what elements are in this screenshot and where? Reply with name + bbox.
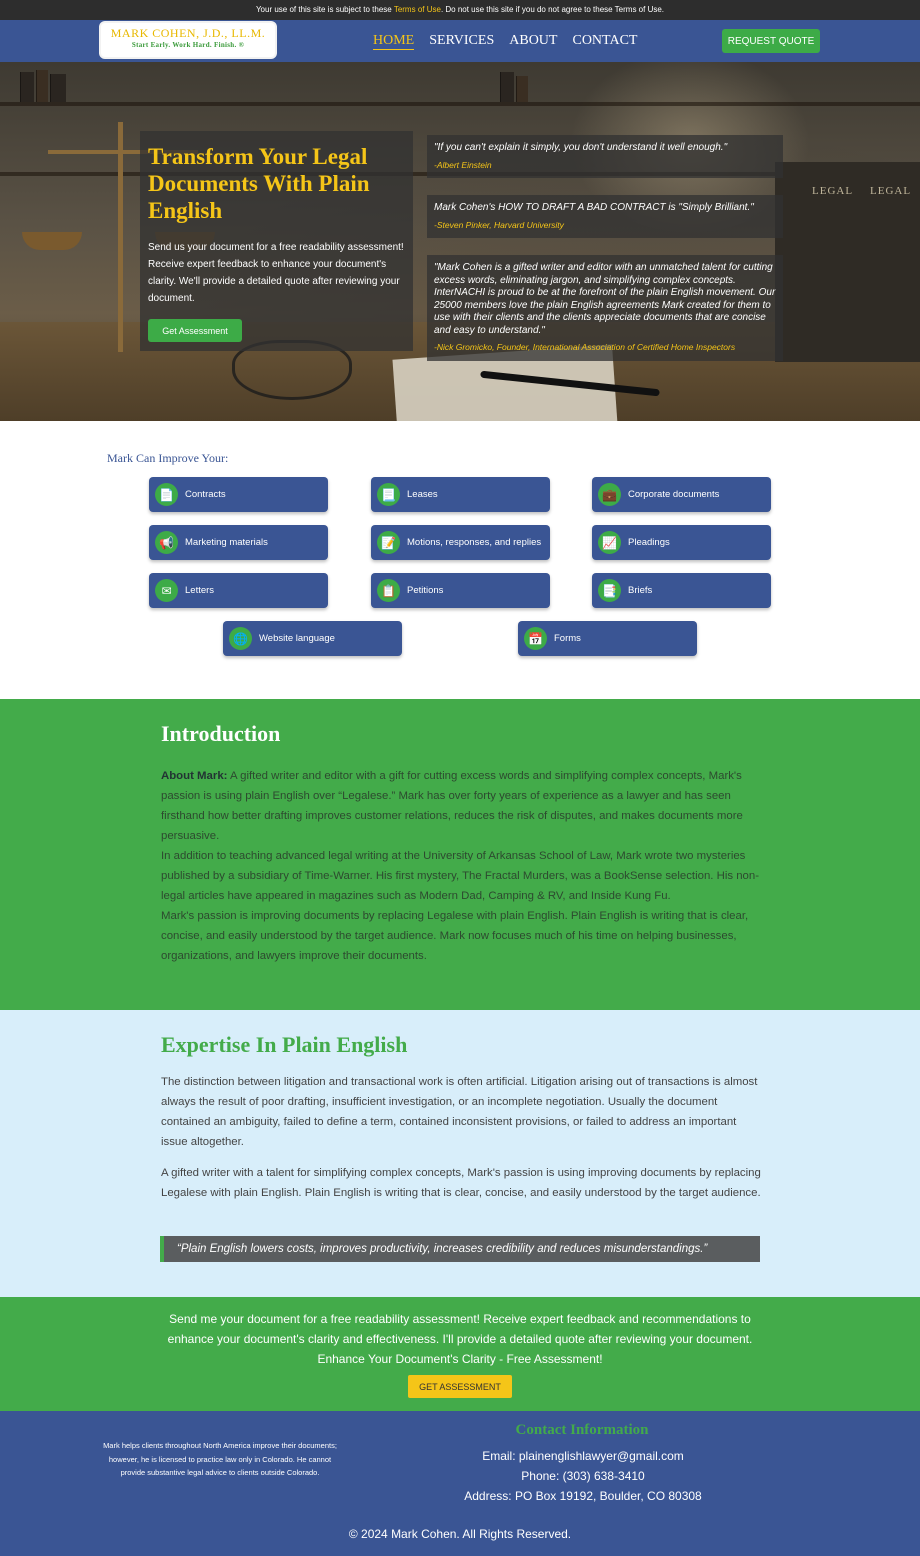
cta-subtext: Enhance Your Document's Clarity - Free A… bbox=[317, 1352, 603, 1366]
site-footer: Mark helps clients throughout North Amer… bbox=[0, 1411, 920, 1556]
chart-icon: 📈 bbox=[598, 531, 621, 554]
hero-book bbox=[20, 72, 34, 102]
document-icon: 📄 bbox=[155, 483, 178, 506]
service-corporate-documents[interactable]: 💼 Corporate documents bbox=[592, 477, 771, 512]
hero-book-spine-label: LEGAL bbox=[812, 185, 854, 197]
get-assessment-button[interactable]: Get Assessment bbox=[148, 319, 242, 342]
hero-scale bbox=[118, 122, 123, 352]
globe-icon: 🌐 bbox=[229, 627, 252, 650]
hero-book bbox=[516, 76, 528, 102]
get-assessment-cta-button[interactable]: GET ASSESSMENT bbox=[408, 1375, 512, 1398]
service-label: Briefs bbox=[628, 585, 653, 596]
hero-title: Transform Your Legal Documents With Plai… bbox=[148, 144, 370, 223]
about-mark-label: About Mark: bbox=[161, 770, 228, 782]
request-quote-button[interactable]: REQUEST QUOTE bbox=[722, 29, 820, 53]
nav-links: HOME SERVICES ABOUT CONTACT bbox=[373, 20, 637, 62]
testimonial-text: "If you can't explain it simply, you don… bbox=[434, 142, 728, 153]
hero-book bbox=[36, 70, 48, 102]
service-label: Forms bbox=[554, 633, 581, 644]
expertise-paragraph: A gifted writer with a talent for simpli… bbox=[161, 1167, 761, 1199]
nav-link-services[interactable]: SERVICES bbox=[429, 33, 494, 49]
testimonial-author: -Steven Pinker, Harvard University bbox=[434, 219, 564, 230]
service-contracts[interactable]: 📄 Contracts bbox=[149, 477, 328, 512]
licensing-note: Mark helps clients throughout North Amer… bbox=[103, 1441, 337, 1477]
service-label: Website language bbox=[259, 633, 335, 644]
brief-icon: 📑 bbox=[598, 579, 621, 602]
service-label: Contracts bbox=[185, 489, 226, 500]
expertise-title: Expertise In Plain English bbox=[161, 1032, 408, 1057]
contact-email[interactable]: Email: plainenglishlawyer@gmail.com bbox=[453, 1449, 713, 1463]
service-briefs[interactable]: 📑 Briefs bbox=[592, 573, 771, 608]
nav-link-about[interactable]: ABOUT bbox=[509, 33, 557, 49]
service-label: Leases bbox=[407, 489, 438, 500]
testimonial-author: -Nick Gromicko, Founder, International A… bbox=[434, 342, 736, 352]
service-label: Corporate documents bbox=[628, 489, 720, 500]
hero-book bbox=[500, 72, 514, 102]
site-logo[interactable]: MARK COHEN, J.D., LL.M. Start Early. Wor… bbox=[101, 23, 275, 57]
intro-paragraph: In addition to teaching advanced legal w… bbox=[161, 850, 760, 902]
testimonial-pinker: Mark Cohen's HOW TO DRAFT A BAD CONTRACT… bbox=[427, 195, 783, 238]
service-leases[interactable]: 📃 Leases bbox=[371, 477, 550, 512]
service-pleadings[interactable]: 📈 Pleadings bbox=[592, 525, 771, 560]
introduction-title: Introduction bbox=[161, 721, 281, 746]
terms-notice-bar: Your use of this site is subject to thes… bbox=[0, 0, 920, 20]
hero-shelf bbox=[0, 102, 920, 106]
service-label: Letters bbox=[185, 585, 215, 596]
envelope-icon: ✉ bbox=[155, 579, 178, 602]
intro-paragraph: Mark's passion is improving documents by… bbox=[161, 910, 749, 962]
hero-scale-pan bbox=[22, 232, 82, 250]
testimonial-gromicko: "Mark Cohen is a gifted writer and edito… bbox=[427, 255, 783, 361]
expertise-paragraph: The distinction between litigation and t… bbox=[161, 1076, 758, 1148]
service-website-language[interactable]: 🌐 Website language bbox=[223, 621, 402, 656]
service-forms[interactable]: 📅 Forms bbox=[518, 621, 697, 656]
contact-phone[interactable]: Phone: (303) 638-3410 bbox=[453, 1469, 713, 1483]
service-label: Pleadings bbox=[628, 537, 670, 548]
terms-of-use-link[interactable]: Terms of Use bbox=[394, 5, 441, 14]
testimonial-author: -Albert Einstein bbox=[434, 159, 492, 170]
petition-icon: 📋 bbox=[377, 579, 400, 602]
terms-notice-text-after: . Do not use this site if you do not agr… bbox=[440, 5, 665, 14]
briefcase-icon: 💼 bbox=[598, 483, 621, 506]
cta-text: Send me your document for a free readabi… bbox=[167, 1312, 753, 1346]
hero-book bbox=[50, 74, 66, 102]
cta-text-block: Send me your document for a free readabi… bbox=[150, 1309, 770, 1369]
intro-paragraph-text: A gifted writer and editor with a gift f… bbox=[161, 770, 743, 842]
services-title: Mark Can Improve Your: bbox=[107, 451, 229, 465]
logo-name: MARK COHEN, J.D., LL.M. bbox=[110, 26, 266, 40]
memo-icon: 📝 bbox=[377, 531, 400, 554]
nav-link-contact[interactable]: CONTACT bbox=[572, 33, 637, 49]
service-marketing-materials[interactable]: 📢 Marketing materials bbox=[149, 525, 328, 560]
testimonial-text: Mark Cohen's HOW TO DRAFT A BAD CONTRACT… bbox=[434, 202, 754, 213]
hero-card: Transform Your Legal Documents With Plai… bbox=[140, 131, 413, 351]
hero-section: LEGAL LEGAL Transform Your Legal Documen… bbox=[0, 62, 920, 421]
services-section: Mark Can Improve Your: 📄 Contracts 📃 Lea… bbox=[0, 421, 920, 699]
megaphone-icon: 📢 bbox=[155, 531, 178, 554]
service-motions[interactable]: 📝 Motions, responses, and replies bbox=[371, 525, 550, 560]
testimonial-text: "Mark Cohen is a gifted writer and edito… bbox=[434, 262, 776, 336]
copyright: © 2024 Mark Cohen. All Rights Reserved. bbox=[348, 1527, 572, 1541]
hero-book-spine-label: LEGAL bbox=[870, 185, 912, 197]
intro-paragraph: About Mark: A gifted writer and editor w… bbox=[161, 766, 766, 846]
contact-address: Address: PO Box 19192, Boulder, CO 80308 bbox=[464, 1489, 702, 1503]
service-label: Marketing materials bbox=[185, 537, 268, 548]
service-label: Motions, responses, and replies bbox=[407, 537, 542, 548]
introduction-section: Introduction About Mark: A gifted writer… bbox=[0, 699, 920, 1010]
assessment-cta-section: Send me your document for a free readabi… bbox=[0, 1297, 920, 1411]
lease-icon: 📃 bbox=[377, 483, 400, 506]
contact-title: Contact Information bbox=[515, 1422, 649, 1438]
hero-description: Send us your document for a free readabi… bbox=[148, 242, 404, 304]
main-navigation: MARK COHEN, J.D., LL.M. Start Early. Wor… bbox=[0, 20, 920, 62]
expertise-section: Expertise In Plain English The distincti… bbox=[0, 1010, 920, 1297]
logo-tagline: Start Early. Work Hard. Finish. ® bbox=[131, 41, 245, 49]
calendar-icon: 📅 bbox=[524, 627, 547, 650]
nav-link-home[interactable]: HOME bbox=[373, 33, 415, 50]
service-petitions[interactable]: 📋 Petitions bbox=[371, 573, 550, 608]
service-letters[interactable]: ✉ Letters bbox=[149, 573, 328, 608]
testimonial-einstein: "If you can't explain it simply, you don… bbox=[427, 135, 783, 178]
service-label: Petitions bbox=[407, 585, 444, 596]
terms-notice-text-before: Your use of this site is subject to thes… bbox=[255, 5, 394, 14]
introduction-body: About Mark: A gifted writer and editor w… bbox=[161, 766, 766, 966]
expertise-quote: “Plain English lowers costs, improves pr… bbox=[160, 1236, 760, 1262]
